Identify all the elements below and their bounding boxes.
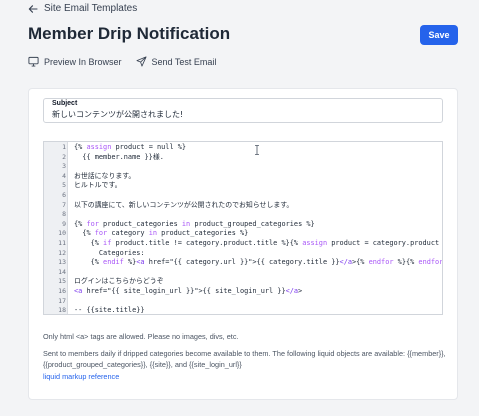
line-number: 6 [62, 190, 66, 199]
preview-label: Preview In Browser [44, 56, 122, 67]
subject-input[interactable] [52, 110, 436, 119]
help-line-allowed-tags: Only html <a> tags are allowed. Please n… [43, 332, 239, 341]
help-text: Only html <a> tags are allowed. Please n… [43, 331, 453, 382]
arrow-left-icon [28, 4, 38, 13]
code-line: お世話になります。 [74, 171, 136, 180]
line-number-gutter: 12345678910111213141516171819 [44, 142, 68, 314]
line-number: 1 [62, 143, 66, 151]
code-line: ヒルトルです。 [74, 181, 122, 190]
code-line: {% for category in product_categories %} [74, 229, 249, 238]
send-test-email-button[interactable]: Send Test Email [136, 56, 217, 67]
code-line: 以下の講座にて、新しいコンテンツが公開されたのでお知らせします。 [74, 200, 294, 209]
line-number: 11 [58, 238, 66, 247]
back-link-label: Site Email Templates [44, 3, 138, 14]
line-number: 17 [58, 296, 66, 305]
line-number: 3 [62, 162, 66, 171]
page-title: Member Drip Notification [28, 24, 231, 43]
code-line: -- {{site.title}} [74, 306, 145, 315]
send-icon [136, 56, 147, 67]
line-number: 14 [58, 267, 66, 276]
line-number: 8 [62, 210, 66, 219]
subject-label: Subject [52, 100, 78, 107]
code-line: Categories: [74, 248, 145, 257]
line-number: 12 [58, 248, 66, 257]
line-number: 15 [58, 277, 66, 286]
line-number: 9 [62, 219, 66, 228]
action-bar: Preview In Browser Send Test Email [28, 56, 216, 67]
save-button[interactable]: Save [420, 25, 458, 45]
line-number: 16 [58, 286, 66, 295]
help-line-liquid-objects: Sent to members daily if dripped categor… [43, 348, 446, 370]
send-test-label: Send Test Email [151, 56, 217, 67]
preview-in-browser-button[interactable]: Preview In Browser [28, 56, 122, 67]
liquid-markup-reference-link[interactable]: liquid markup reference [43, 372, 119, 381]
back-link[interactable]: Site Email Templates [28, 3, 137, 14]
code-line: ログインはこちらからどうぞ [74, 277, 164, 286]
line-number: 7 [62, 200, 66, 209]
line-number: 4 [62, 171, 66, 180]
subject-field[interactable]: Subject [43, 98, 443, 123]
line-number: 5 [62, 181, 66, 190]
code-line: <a href="{{ site_login_url }}">{{ site_l… [74, 286, 303, 295]
code-editor[interactable]: 12345678910111213141516171819 {% assign … [43, 141, 443, 315]
code-line: {% endif %}<a href="{{ category.url }}">… [74, 258, 443, 267]
monitor-icon [28, 56, 39, 67]
line-number: 10 [58, 229, 66, 238]
code-line: {% for product_categories in product_gro… [74, 219, 315, 228]
line-number: 18 [58, 306, 66, 315]
code-line: {% if product.title != category.product.… [74, 238, 440, 247]
text-cursor-icon [255, 145, 259, 155]
line-number: 2 [62, 152, 66, 161]
line-number: 13 [58, 258, 66, 267]
template-card: Subject 12345678910111213141516171819 {%… [28, 88, 458, 400]
